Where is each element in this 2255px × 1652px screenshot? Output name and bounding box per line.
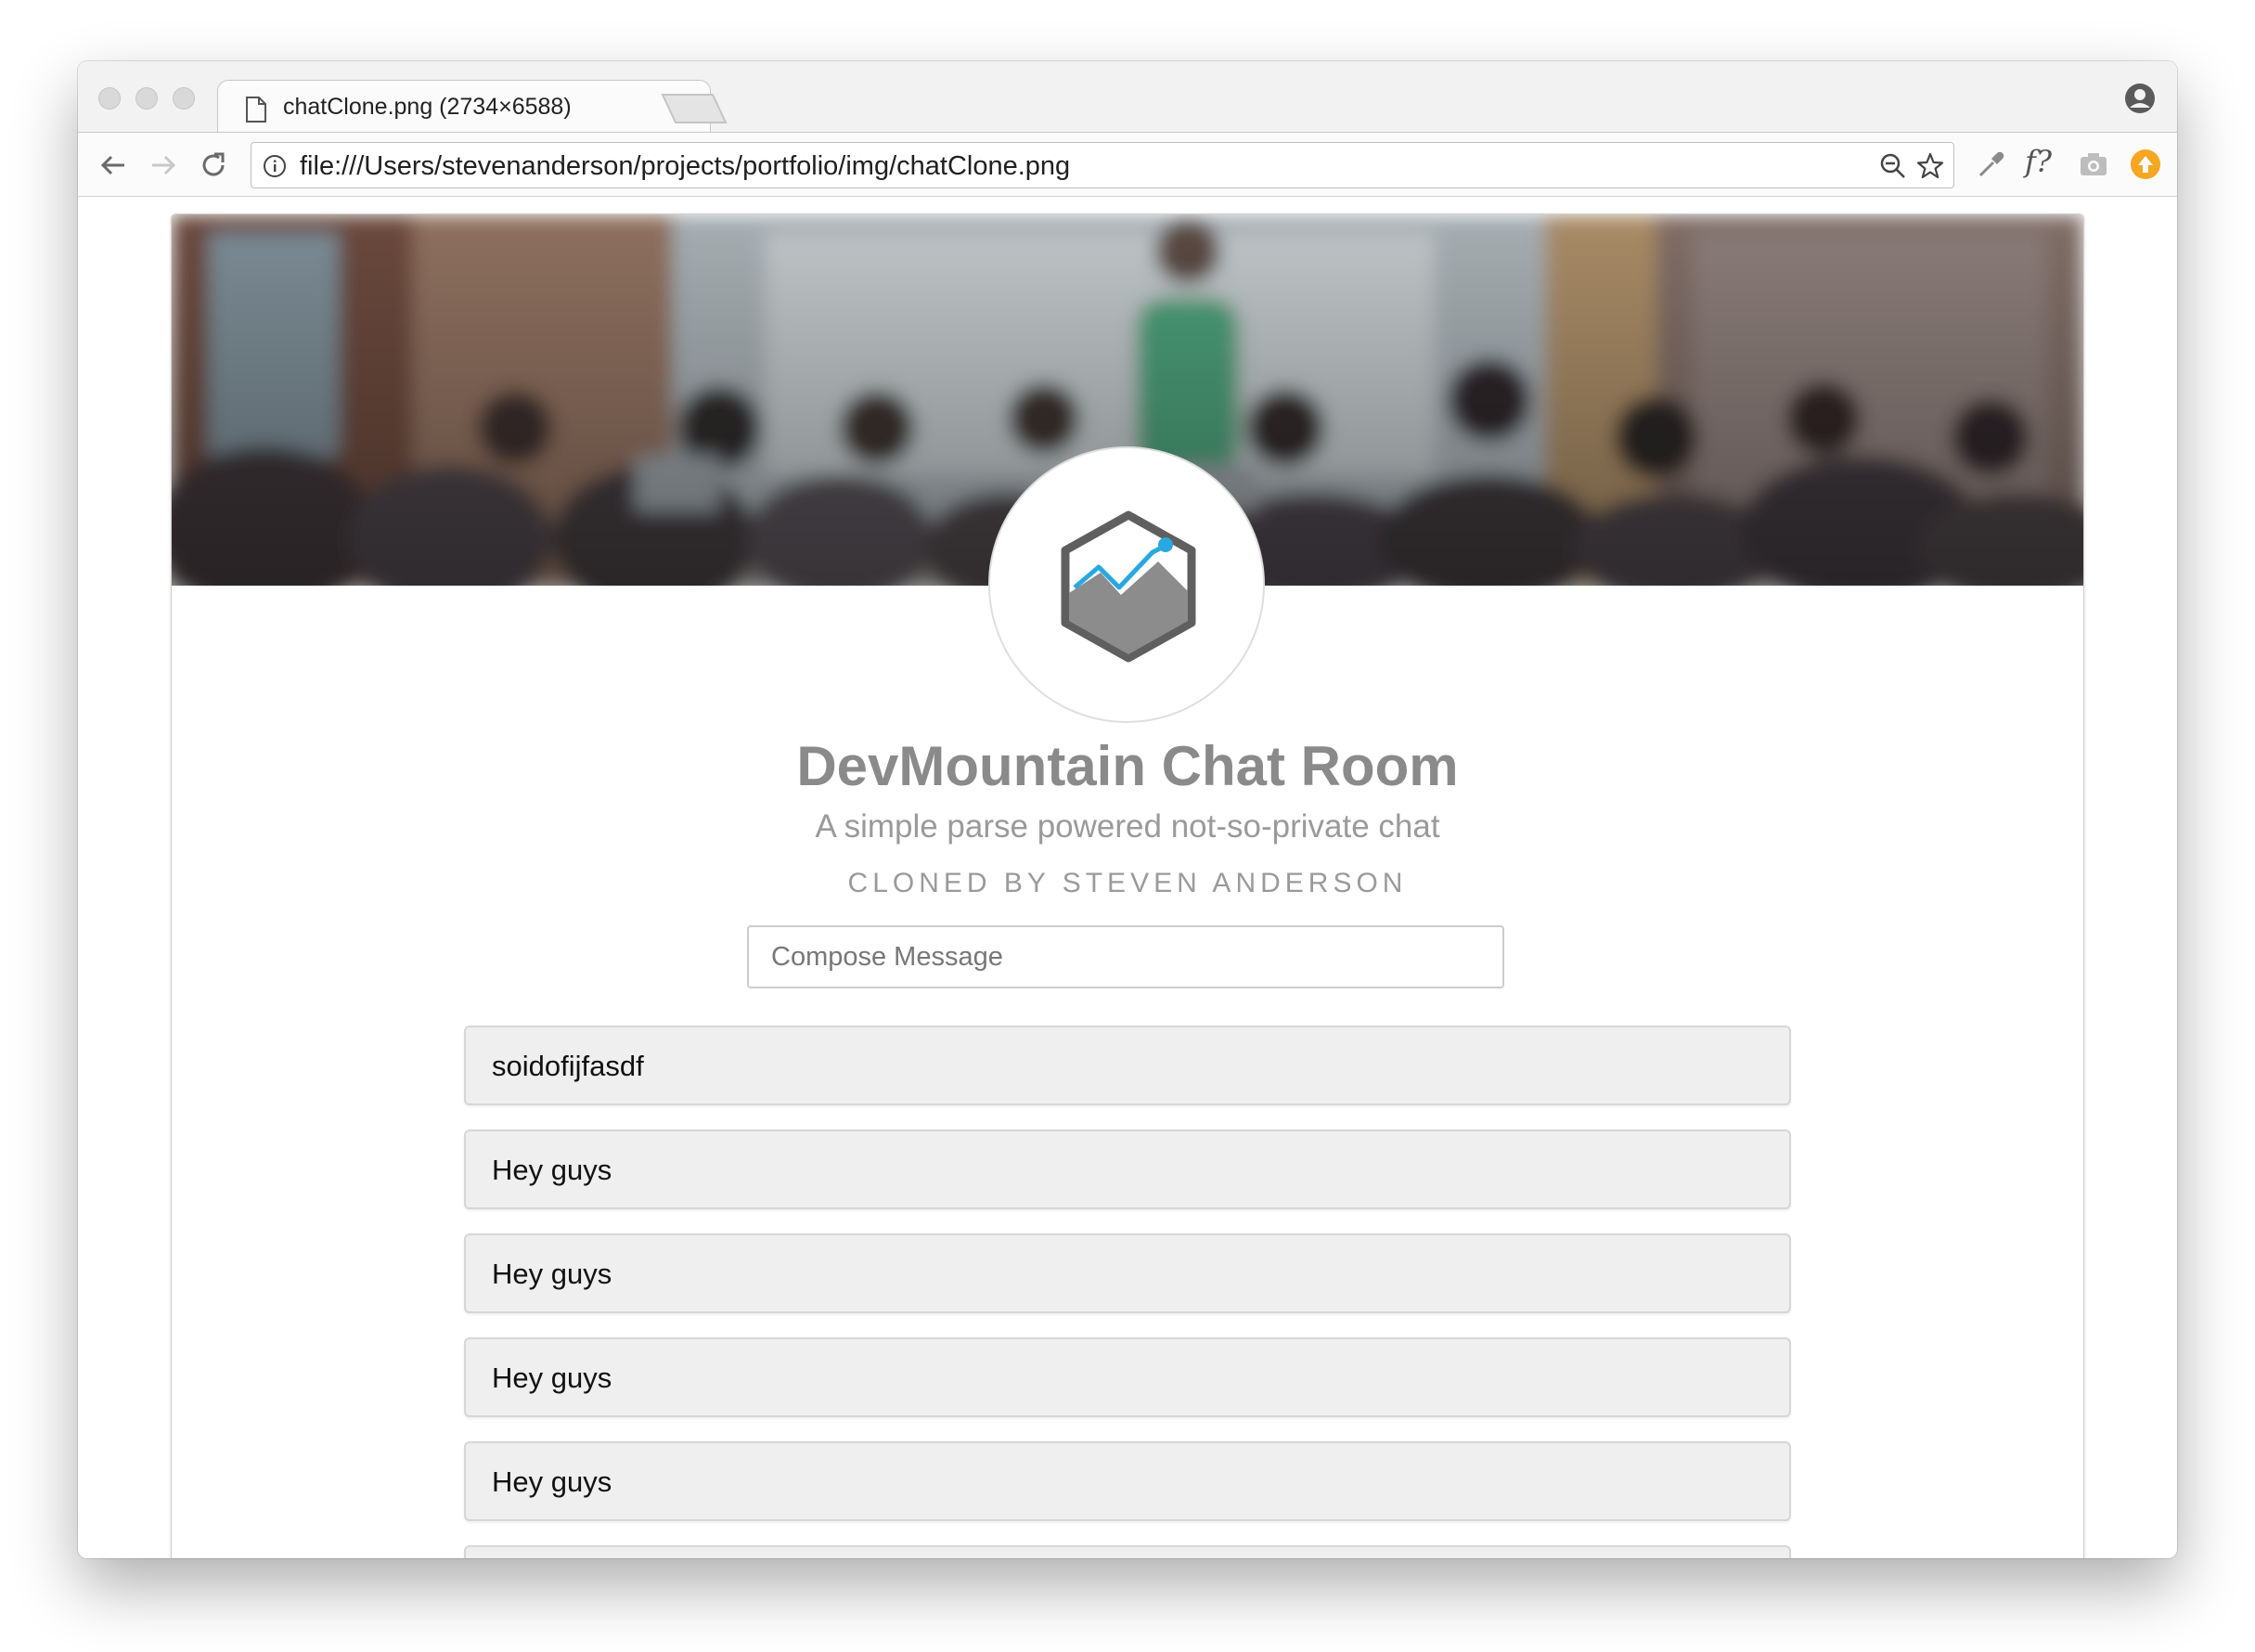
devmountain-logo-icon (1061, 510, 1196, 663)
browser-tab[interactable]: chatClone.png (2734×6588) × (217, 80, 711, 134)
message-item: Hey guys (464, 1129, 1791, 1209)
orange-extension-icon[interactable] (2129, 148, 2162, 181)
forward-arrow-icon[interactable] (147, 148, 180, 182)
page-subtitle: A simple parse powered not-so-private ch… (815, 808, 1440, 845)
message-text: Hey guys (492, 1258, 612, 1290)
message-item: Hey guys (464, 1233, 1791, 1313)
reload-icon[interactable] (197, 148, 230, 182)
logo-badge (988, 446, 1265, 723)
author-byline: CLONED BY STEVEN ANDERSON (847, 868, 1408, 898)
minimize-window-button[interactable] (135, 87, 158, 110)
close-window-button[interactable] (98, 87, 121, 110)
message-item: soidofijfasdf (464, 1026, 1791, 1105)
message-text: Hey guys (492, 1362, 612, 1394)
message-list: soidofijfasdf Hey guys Hey guys Hey guys… (464, 1026, 1791, 1558)
font-extension-icon[interactable]: f? (2025, 144, 2052, 179)
screenshot-stage: chatClone.png (2734×6588) × (0, 0, 2255, 1652)
message-text: soidofijfasdf (492, 1050, 644, 1082)
message-text: Hey guys (492, 1465, 612, 1498)
star-icon[interactable] (1916, 152, 1944, 180)
message-item: Hey guys (464, 1441, 1791, 1521)
message-text: Hey guys (492, 1154, 612, 1186)
chat-card: DevMountain Chat Room A simple parse pow… (171, 213, 2084, 1558)
tab-bar: chatClone.png (2734×6588) × (78, 61, 2177, 134)
page-title: DevMountain Chat Room (796, 735, 1459, 797)
profile-icon[interactable] (2123, 82, 2157, 115)
info-icon[interactable] (263, 154, 287, 178)
camera-icon[interactable] (2077, 148, 2110, 181)
zoom-out-icon[interactable] (1879, 152, 1907, 180)
browser-toolbar: f? (78, 132, 2177, 197)
compose-message-input[interactable] (747, 925, 1504, 988)
back-arrow-icon[interactable] (97, 148, 130, 182)
message-item (464, 1545, 1791, 1558)
maximize-window-button[interactable] (173, 87, 195, 110)
browser-window: chatClone.png (2734×6588) × (78, 61, 2177, 1558)
tab-title: chatClone.png (2734×6588) (283, 94, 572, 120)
url-input[interactable] (300, 151, 1831, 182)
address-bar[interactable] (251, 142, 1954, 188)
message-item: Hey guys (464, 1337, 1791, 1417)
page-viewport: DevMountain Chat Room A simple parse pow… (78, 197, 2177, 1558)
new-tab-button[interactable] (661, 93, 798, 124)
eyedropper-icon[interactable] (1975, 148, 2008, 181)
document-icon (246, 97, 266, 123)
